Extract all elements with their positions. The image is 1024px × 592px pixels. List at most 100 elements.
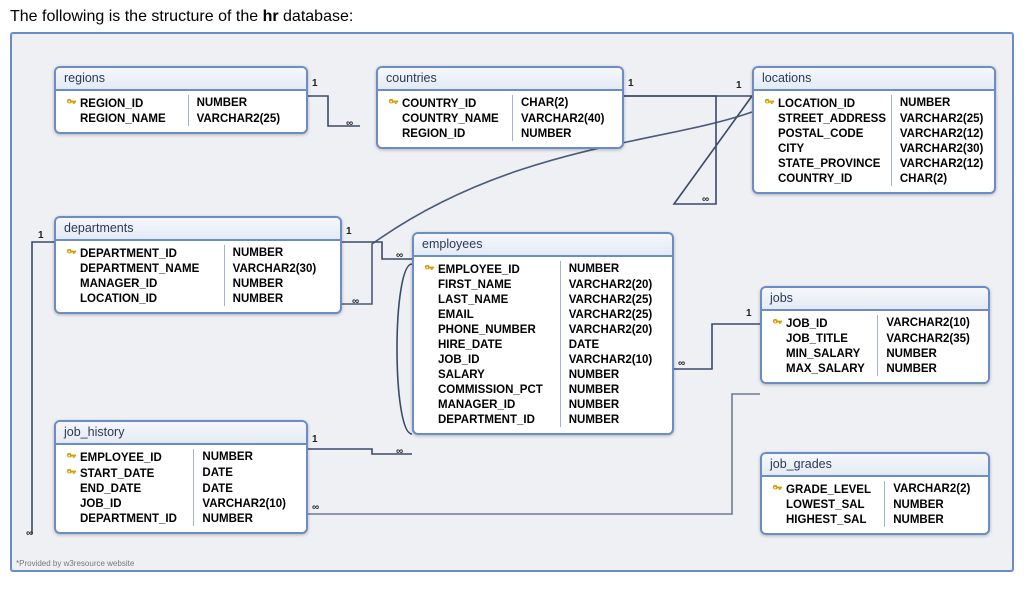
primary-key-icon: [388, 97, 399, 108]
column-row: EMPLOYEE_IDNUMBER: [62, 449, 300, 465]
entity-columns: EMPLOYEE_IDNUMBERSTART_DATEDATEEND_DATED…: [62, 449, 300, 526]
column-type: VARCHAR2(30): [224, 261, 334, 276]
entity-title: job_grades: [762, 454, 988, 477]
column-name: EMAIL: [420, 307, 560, 322]
column-name: COMMISSION_PCT: [420, 382, 560, 397]
column-row: EMPLOYEE_IDNUMBER: [420, 261, 666, 277]
column-name: CITY: [760, 141, 891, 156]
column-type: VARCHAR2(10): [878, 315, 982, 331]
column-row: STREET_ADDRESSVARCHAR2(25): [760, 111, 988, 126]
column-row: END_DATEDATE: [62, 481, 300, 496]
primary-key-icon: [66, 97, 77, 108]
column-row: COUNTRY_IDCHAR(2): [760, 171, 988, 186]
column-row: LOCATION_IDNUMBER: [760, 95, 988, 111]
entity-columns: GRADE_LEVELVARCHAR2(2)LOWEST_SALNUMBERHI…: [768, 481, 982, 527]
column-name: COUNTRY_NAME: [384, 111, 513, 126]
column-name: REGION_ID: [384, 126, 513, 141]
primary-key-icon: [424, 263, 435, 274]
column-type: NUMBER: [560, 382, 666, 397]
entity-countries: countries COUNTRY_IDCHAR(2)COUNTRY_NAMEV…: [376, 66, 624, 149]
column-type: VARCHAR2(25): [560, 307, 666, 322]
diagram-footnote: *Provided by w3resource website: [16, 559, 134, 568]
entity-jobs: jobs JOB_IDVARCHAR2(10)JOB_TITLEVARCHAR2…: [760, 286, 990, 384]
column-row: LAST_NAMEVARCHAR2(25): [420, 292, 666, 307]
column-name: STREET_ADDRESS: [760, 111, 891, 126]
column-row: COUNTRY_NAMEVARCHAR2(40): [384, 111, 616, 126]
column-type: VARCHAR2(12): [891, 156, 988, 171]
column-name: EMPLOYEE_ID: [420, 261, 560, 277]
primary-key-icon: [772, 483, 783, 494]
column-type: VARCHAR2(12): [891, 126, 988, 141]
entity-title: employees: [414, 234, 672, 257]
column-name: JOB_ID: [420, 352, 560, 367]
entity-title: countries: [378, 68, 622, 91]
column-row: MANAGER_IDNUMBER: [62, 276, 334, 291]
column-type: NUMBER: [885, 512, 982, 527]
column-row: DEPARTMENT_IDNUMBER: [420, 412, 666, 427]
column-type: NUMBER: [224, 276, 334, 291]
card-locations-one: 1: [736, 80, 742, 91]
heading-db-name: hr: [263, 8, 279, 25]
card-departments-many: ∞: [352, 296, 359, 307]
column-type: VARCHAR2(25): [560, 292, 666, 307]
column-type: NUMBER: [878, 346, 982, 361]
column-row: CITYVARCHAR2(30): [760, 141, 988, 156]
column-name: FIRST_NAME: [420, 277, 560, 292]
column-type: NUMBER: [878, 361, 982, 376]
column-name: SALARY: [420, 367, 560, 382]
column-row: POSTAL_CODEVARCHAR2(12): [760, 126, 988, 141]
column-row: EMAILVARCHAR2(25): [420, 307, 666, 322]
column-row: REGION_IDNUMBER: [384, 126, 616, 141]
column-type: NUMBER: [560, 412, 666, 427]
column-type: NUMBER: [885, 497, 982, 512]
column-name: MIN_SALARY: [768, 346, 878, 361]
column-type: CHAR(2): [513, 95, 617, 111]
column-type: VARCHAR2(10): [560, 352, 666, 367]
entity-columns: LOCATION_IDNUMBERSTREET_ADDRESSVARCHAR2(…: [760, 95, 988, 186]
primary-key-icon: [764, 97, 775, 108]
column-type: VARCHAR2(25): [891, 111, 988, 126]
entity-columns: REGION_IDNUMBERREGION_NAMEVARCHAR2(25): [62, 95, 300, 126]
column-type: CHAR(2): [891, 171, 988, 186]
column-name: DEPARTMENT_ID: [62, 245, 224, 261]
column-type: VARCHAR2(30): [891, 141, 988, 156]
page-heading: The following is the structure of the hr…: [10, 8, 1014, 26]
entity-title: locations: [754, 68, 994, 91]
column-type: NUMBER: [560, 261, 666, 277]
column-name: STATE_PROVINCE: [760, 156, 891, 171]
card-countries-many: ∞: [346, 118, 353, 129]
card-departments-one: 1: [346, 226, 352, 237]
column-name: LOCATION_ID: [62, 291, 224, 306]
entity-title: jobs: [762, 288, 988, 311]
entity-title: departments: [56, 218, 340, 241]
card-regions-one: 1: [312, 78, 318, 89]
column-name: DEPARTMENT_ID: [62, 511, 194, 526]
column-row: MAX_SALARYNUMBER: [768, 361, 982, 376]
column-row: COUNTRY_IDCHAR(2): [384, 95, 616, 111]
card-departments-one2: 1: [38, 230, 44, 241]
column-name: JOB_ID: [768, 315, 878, 331]
er-diagram-canvas: 1 ∞ 1 1 ∞ 1 ∞ ∞ ∞ 1 1 ∞ ∞ 1 ∞ regions RE…: [10, 32, 1014, 572]
column-name: PHONE_NUMBER: [420, 322, 560, 337]
card-locations-many: ∞: [702, 194, 709, 205]
column-type: NUMBER: [560, 397, 666, 412]
column-name: LOWEST_SAL: [768, 497, 885, 512]
column-name: DEPARTMENT_NAME: [62, 261, 224, 276]
column-type: DATE: [194, 465, 300, 481]
card-jobhistory-one: 1: [312, 434, 318, 445]
column-name: MAX_SALARY: [768, 361, 878, 376]
card-jobhistory-many2: ∞: [312, 502, 319, 513]
heading-suffix: database:: [279, 8, 354, 25]
column-name: COUNTRY_ID: [384, 95, 513, 111]
column-row: START_DATEDATE: [62, 465, 300, 481]
column-row: PHONE_NUMBERVARCHAR2(20): [420, 322, 666, 337]
column-row: REGION_NAMEVARCHAR2(25): [62, 111, 300, 126]
column-type: DATE: [560, 337, 666, 352]
column-row: DEPARTMENT_IDNUMBER: [62, 511, 300, 526]
column-row: DEPARTMENT_IDNUMBER: [62, 245, 334, 261]
column-type: VARCHAR2(20): [560, 277, 666, 292]
card-employees-many1: ∞: [396, 250, 403, 261]
column-name: REGION_ID: [62, 95, 188, 111]
column-type: NUMBER: [513, 126, 617, 141]
column-name: GRADE_LEVEL: [768, 481, 885, 497]
